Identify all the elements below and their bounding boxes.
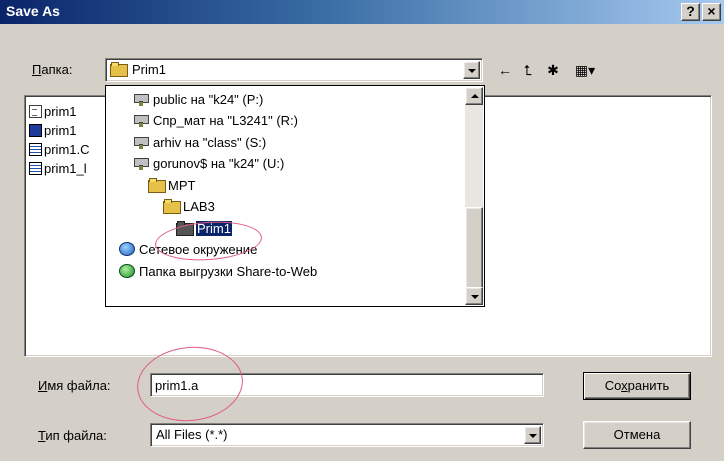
folder-combo[interactable]: Prim1 [105, 58, 483, 82]
web-folder-icon [119, 264, 135, 278]
dropdown-scrollbar[interactable] [465, 87, 483, 305]
folder-combo-arrow[interactable] [463, 61, 480, 79]
dropdown-item-lab3[interactable]: LAB3 [163, 197, 215, 217]
file-item[interactable]: prim1 [29, 104, 77, 121]
folder-combo-value: Prim1 [132, 62, 166, 77]
folder-icon [110, 62, 128, 77]
document-icon [29, 105, 42, 118]
folder-icon [163, 199, 181, 214]
filetype-value: All Files (*.*) [156, 427, 228, 442]
back-icon[interactable]: ← [495, 60, 515, 80]
up-one-level-icon[interactable]: ⮤ [518, 60, 538, 80]
filetype-label: Тип файла: [38, 428, 107, 443]
dropdown-item-network-places[interactable]: Сетевое окружение [119, 240, 257, 260]
file-item[interactable]: prim1_l [29, 161, 87, 178]
save-button[interactable]: Сохранить [583, 372, 691, 400]
filename-label: Имя файла: [38, 378, 111, 393]
new-folder-icon[interactable]: ✱ [543, 60, 563, 80]
close-button[interactable]: × [702, 3, 721, 21]
network-places-icon [119, 242, 135, 256]
dropdown-item-prim1[interactable]: Prim1 [176, 219, 233, 239]
scroll-up-button[interactable] [465, 87, 483, 105]
dropdown-item-mpt[interactable]: MPT [148, 176, 195, 196]
network-drive-icon [133, 113, 149, 127]
help-button[interactable]: ? [681, 3, 700, 21]
open-folder-icon [176, 221, 194, 236]
folder-label: Папка: [32, 62, 73, 77]
dropdown-item-gorunov[interactable]: gorunov$ на "k24" (U:) [133, 154, 284, 174]
network-drive-icon [133, 156, 149, 170]
dropdown-item-public[interactable]: public на "k24" (P:) [133, 90, 263, 110]
dropdown-item-spr-mat[interactable]: Спр_мат на "L3241" (R:) [133, 111, 298, 131]
folder-dropdown-list[interactable]: public на "k24" (P:) Спр_мат на "L3241" … [105, 85, 485, 307]
view-menu-icon[interactable]: ▦▾ [568, 60, 602, 80]
dropdown-item-share-to-web[interactable]: Папка выгрузки Share-to-Web [119, 262, 317, 282]
window-title: Save As [6, 3, 60, 19]
file-item[interactable]: prim1.C [29, 142, 90, 159]
grid-icon [29, 143, 42, 156]
dropdown-item-arhiv[interactable]: arhiv на "class" (S:) [133, 133, 266, 153]
network-drive-icon [133, 92, 149, 106]
mathcad-icon [29, 124, 42, 137]
filename-input[interactable] [153, 376, 541, 394]
grid-icon [29, 162, 42, 175]
scroll-thumb[interactable] [465, 207, 483, 289]
filename-field[interactable] [150, 373, 544, 397]
title-bar[interactable]: Save As ? × [0, 0, 724, 24]
file-item[interactable]: prim1 [29, 123, 77, 140]
network-drive-icon [133, 135, 149, 149]
filetype-select[interactable]: All Files (*.*) [150, 423, 544, 447]
cancel-button[interactable]: Отмена [583, 421, 691, 449]
folder-icon [148, 178, 166, 193]
filetype-combo-arrow[interactable] [524, 426, 541, 444]
save-as-dialog: Save As ? × Папка: Prim1 ← ⮤ ✱ ▦▾ prim1 … [0, 0, 724, 461]
scroll-down-button[interactable] [465, 287, 483, 305]
